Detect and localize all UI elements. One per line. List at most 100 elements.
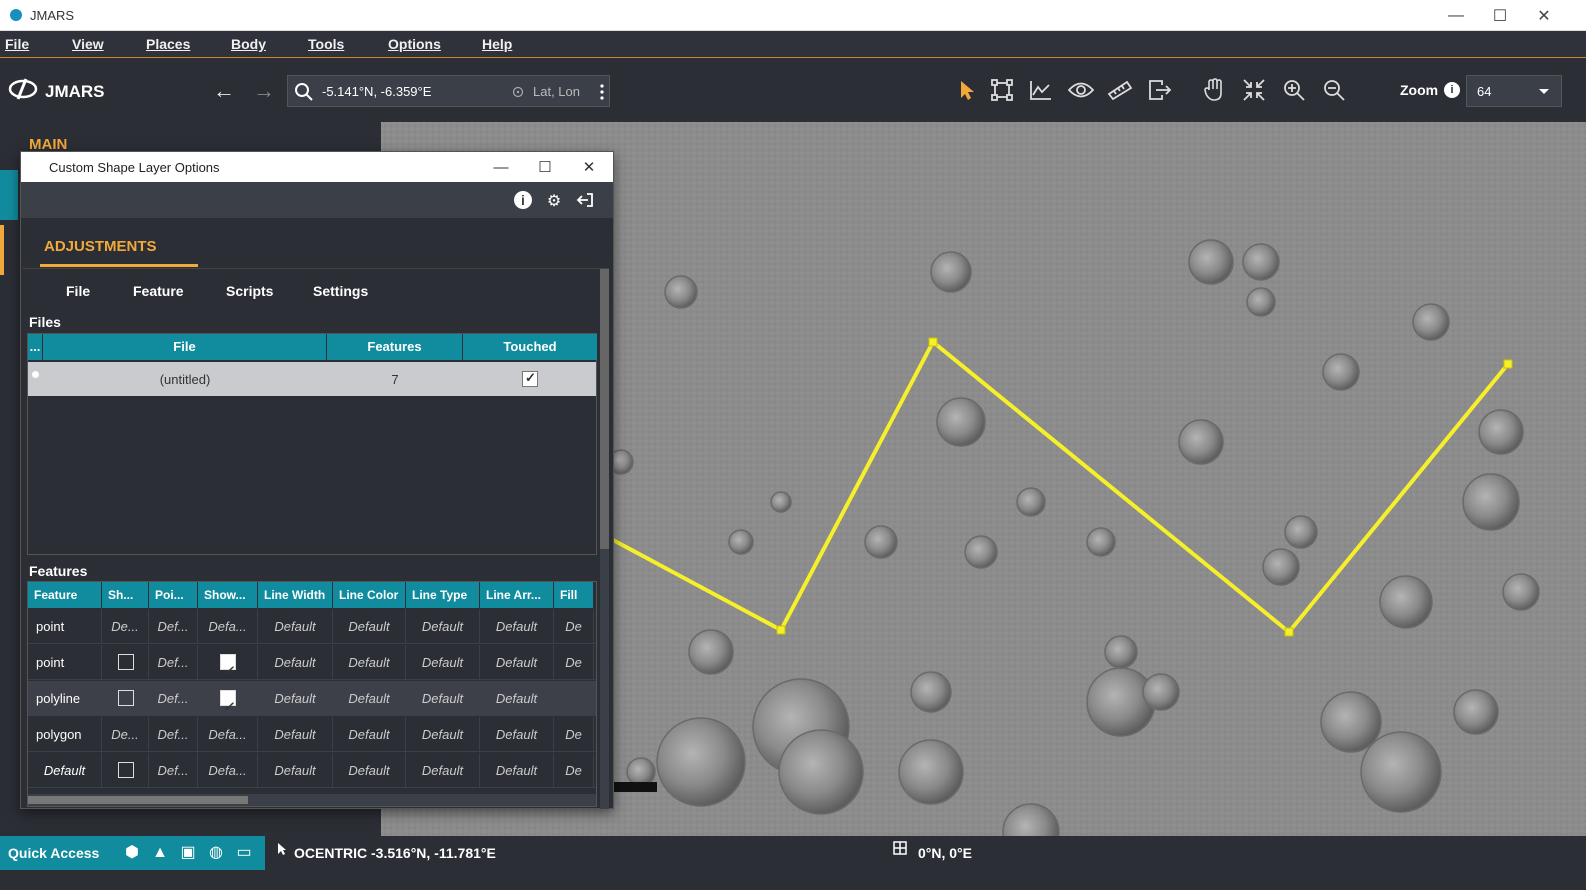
property-cell[interactable]: Default: [480, 645, 554, 680]
polyline-vertex[interactable]: [1284, 627, 1294, 637]
property-cell[interactable]: Def...: [149, 645, 198, 680]
feature-name-cell[interactable]: polygon: [28, 717, 102, 752]
tab-adjustments[interactable]: ADJUSTMENTS: [44, 238, 157, 255]
column-header[interactable]: Features: [327, 334, 463, 360]
property-cell[interactable]: Default: [333, 645, 406, 680]
column-header[interactable]: Poi...: [149, 582, 198, 608]
column-header[interactable]: Sh...: [102, 582, 149, 608]
row-checkbox[interactable]: [118, 690, 134, 706]
column-header[interactable]: File: [43, 334, 327, 360]
property-cell[interactable]: [554, 681, 594, 716]
property-cell[interactable]: [198, 681, 258, 716]
row-checkbox[interactable]: [118, 654, 134, 670]
menu-help[interactable]: Help: [482, 36, 512, 52]
cube-icon[interactable]: ⬢: [120, 841, 144, 865]
close-button[interactable]: ✕: [1522, 0, 1566, 31]
layer-icon[interactable]: ▣: [176, 841, 200, 865]
table-row[interactable]: (untitled) 7: [28, 362, 596, 396]
property-cell[interactable]: Default: [406, 609, 480, 644]
property-cell[interactable]: Default: [333, 753, 406, 788]
property-cell[interactable]: Default: [406, 753, 480, 788]
info-icon[interactable]: i: [1444, 82, 1460, 98]
minimize-button[interactable]: —: [1434, 0, 1478, 31]
property-cell[interactable]: De: [554, 753, 594, 788]
touched-checkbox[interactable]: [522, 370, 538, 387]
property-cell[interactable]: [102, 681, 149, 716]
zoom-in-icon[interactable]: [1280, 76, 1308, 104]
layer-strip[interactable]: [0, 170, 18, 220]
dock-icon[interactable]: [576, 191, 594, 209]
property-cell[interactable]: Def...: [149, 717, 198, 752]
column-header[interactable]: Line Arr...: [480, 582, 554, 608]
property-cell[interactable]: [198, 645, 258, 680]
menu-file[interactable]: File: [5, 36, 29, 52]
menu-places[interactable]: Places: [146, 36, 190, 52]
subtab-file[interactable]: File: [66, 283, 90, 299]
row-checkbox[interactable]: [118, 762, 134, 778]
location-search-input[interactable]: -5.141°N, -6.359°E Lat, Lon: [287, 75, 610, 107]
eye-icon[interactable]: [1067, 76, 1095, 104]
property-cell[interactable]: Default: [258, 609, 333, 644]
polyline-vertex[interactable]: [776, 625, 786, 635]
feature-name-cell[interactable]: point: [28, 609, 102, 644]
table-row[interactable]: pointDef...DefaultDefaultDefaultDefaultD…: [28, 645, 596, 680]
menu-body[interactable]: Body: [231, 36, 266, 52]
property-cell[interactable]: Default: [258, 681, 333, 716]
column-header[interactable]: Line Width: [258, 582, 333, 608]
property-cell[interactable]: Default: [406, 717, 480, 752]
column-header[interactable]: Feature: [28, 582, 102, 608]
property-cell[interactable]: Default: [480, 681, 554, 716]
column-header[interactable]: Touched: [463, 334, 598, 360]
property-cell[interactable]: De...: [102, 609, 149, 644]
chart-icon[interactable]: [1027, 76, 1055, 104]
column-header[interactable]: Show...: [198, 582, 258, 608]
property-cell[interactable]: Default: [333, 717, 406, 752]
scrollbar-thumb[interactable]: [600, 269, 609, 549]
zoom-out-icon[interactable]: [1320, 76, 1348, 104]
property-cell[interactable]: Default: [333, 681, 406, 716]
polyline-vertex[interactable]: [928, 337, 938, 347]
export-icon[interactable]: [1146, 76, 1174, 104]
property-cell[interactable]: Defa...: [198, 753, 258, 788]
property-cell[interactable]: Def...: [149, 681, 198, 716]
dialog-close-button[interactable]: ✕: [567, 152, 611, 182]
maximize-button[interactable]: ☐: [1478, 0, 1522, 31]
property-cell[interactable]: Defa...: [198, 609, 258, 644]
property-cell[interactable]: Default: [333, 609, 406, 644]
select-icon[interactable]: [953, 76, 981, 104]
back-arrow-icon[interactable]: ←: [213, 78, 235, 104]
property-cell[interactable]: Default: [406, 681, 480, 716]
coordinate-mode[interactable]: Lat, Lon: [533, 84, 580, 99]
compress-icon[interactable]: [1240, 76, 1268, 104]
table-row[interactable]: polylineDef...DefaultDefaultDefaultDefau…: [28, 681, 596, 716]
table-row[interactable]: point De... Def... Defa... Default Default Def…: [28, 609, 596, 644]
property-cell[interactable]: Default: [258, 645, 333, 680]
ruler-icon[interactable]: [1106, 76, 1134, 104]
property-cell[interactable]: Default: [480, 609, 554, 644]
bounding-box-icon[interactable]: [988, 76, 1016, 104]
feature-name-cell[interactable]: point: [28, 645, 102, 680]
property-cell[interactable]: [102, 753, 149, 788]
property-cell[interactable]: Default: [480, 753, 554, 788]
dialog-minimize-button[interactable]: —: [479, 152, 523, 182]
property-cell[interactable]: De: [554, 645, 594, 680]
menu-options[interactable]: Options: [388, 36, 441, 52]
layer-strip[interactable]: [0, 225, 4, 275]
dialog-maximize-button[interactable]: ☐: [523, 152, 567, 182]
property-cell[interactable]: Defa...: [198, 717, 258, 752]
image-icon[interactable]: ▲: [148, 841, 172, 865]
column-header[interactable]: Line Color: [333, 582, 406, 608]
table-row[interactable]: Default Def... Defa... Default Default Defaul…: [28, 753, 596, 788]
property-cell[interactable]: De...: [102, 717, 149, 752]
property-cell[interactable]: [102, 645, 149, 680]
property-cell[interactable]: Default: [258, 717, 333, 752]
polyline-vertex[interactable]: [1503, 359, 1513, 369]
subtab-settings[interactable]: Settings: [313, 283, 368, 299]
scrollbar-thumb[interactable]: [28, 796, 248, 804]
property-cell[interactable]: De: [554, 717, 594, 752]
property-cell[interactable]: Default: [258, 753, 333, 788]
row-checkbox[interactable]: [220, 653, 236, 680]
vertical-scrollbar[interactable]: [600, 269, 609, 809]
kebab-menu-icon[interactable]: [600, 84, 604, 100]
subtab-feature[interactable]: Feature: [133, 283, 184, 299]
